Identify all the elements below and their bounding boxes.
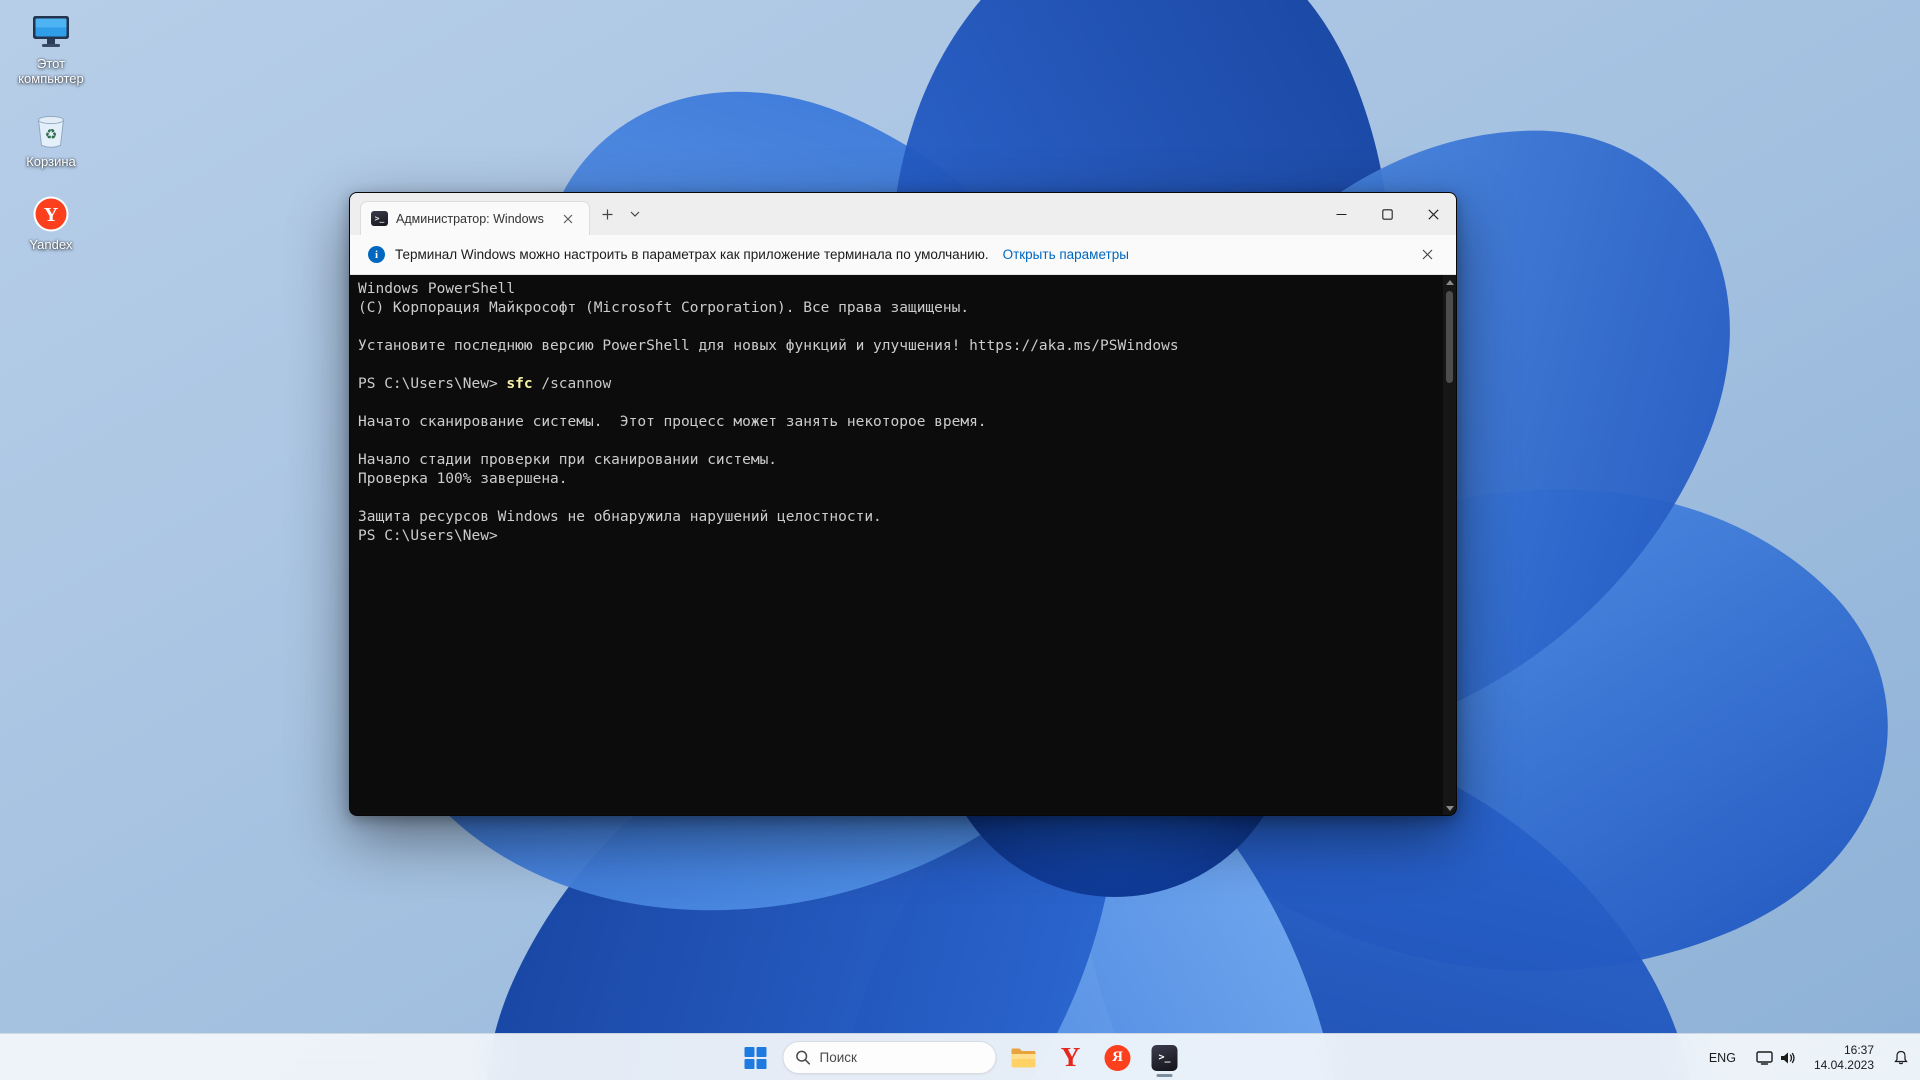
tab-title: Администратор: Windows Pc (396, 212, 547, 226)
yandex-icon: Y (32, 191, 70, 233)
desktop-icon-yandex[interactable]: Y Yandex (8, 191, 94, 252)
desktop-icons: Этот компьютер ♻ Корзина Y Yandex (8, 10, 94, 252)
terminal-line: Начато сканирование системы. Этот процес… (358, 413, 1440, 432)
svg-text:Y: Y (44, 204, 59, 226)
desktop-icon-recycle-bin[interactable]: ♻ Корзина (8, 108, 94, 169)
default-terminal-banner: i Терминал Windows можно настроить в пар… (350, 235, 1456, 275)
scroll-up-icon[interactable] (1443, 275, 1456, 289)
open-settings-link[interactable]: Открыть параметры (1003, 247, 1129, 262)
search-icon (796, 1050, 811, 1065)
tray-time: 16:37 (1814, 1043, 1874, 1058)
tab-dropdown-chevron-icon[interactable] (622, 201, 648, 227)
yandex-browser-icon: Y (1061, 1044, 1081, 1071)
terminal-tab[interactable]: >_ Администратор: Windows Pc (360, 201, 590, 235)
desktop-icon-this-pc[interactable]: Этот компьютер (8, 10, 94, 86)
new-tab-button[interactable] (594, 201, 620, 227)
terminal-window: >_ Администратор: Windows Pc (349, 192, 1457, 816)
tray-date: 14.04.2023 (1814, 1058, 1874, 1073)
desktop-icon-label: Этот компьютер (9, 56, 93, 86)
volume-icon (1780, 1051, 1796, 1065)
desktop-icon-label: Yandex (29, 237, 72, 252)
maximize-button[interactable] (1364, 193, 1410, 235)
terminal-line (358, 318, 1440, 337)
search-placeholder: Поиск (820, 1050, 857, 1065)
terminal-line: PS C:\Users\New> sfc /scannow (358, 375, 1440, 394)
desktop-icon-label: Корзина (26, 154, 76, 169)
this-pc-icon (30, 10, 72, 52)
tab-close-icon[interactable] (555, 206, 581, 232)
taskbar-item-yandex-browser[interactable]: Y (1051, 1038, 1091, 1078)
terminal-line: Начало стадии проверки при сканировании … (358, 451, 1440, 470)
terminal-line: PS C:\Users\New> (358, 527, 1440, 546)
terminal-line: Проверка 100% завершена. (358, 470, 1440, 489)
minimize-button[interactable] (1318, 193, 1364, 235)
taskbar-item-terminal[interactable]: >_ (1145, 1038, 1185, 1078)
clock[interactable]: 16:37 14.04.2023 (1810, 1041, 1878, 1075)
recycle-bin-icon: ♻ (33, 108, 69, 150)
terminal-app-icon: >_ (371, 211, 388, 226)
terminal-scrollbar[interactable] (1443, 275, 1456, 815)
taskbar-item-yandex[interactable]: Я (1098, 1038, 1138, 1078)
scrollbar-thumb[interactable] (1446, 291, 1453, 383)
terminal-line (358, 356, 1440, 375)
running-indicator (1157, 1074, 1173, 1077)
system-tray-icons[interactable] (1752, 1047, 1800, 1069)
terminal-line: Установите последнюю версию PowerShell д… (358, 337, 1440, 356)
yandex-app-icon: Я (1105, 1045, 1131, 1071)
terminal-line (358, 394, 1440, 413)
banner-text: Терминал Windows можно настроить в парам… (395, 247, 989, 262)
taskbar-search[interactable]: Поиск (783, 1041, 997, 1074)
terminal-taskbar-icon: >_ (1152, 1045, 1178, 1071)
banner-close-icon[interactable] (1414, 242, 1440, 268)
display-icon (1756, 1051, 1773, 1065)
file-explorer-icon (1011, 1047, 1037, 1069)
notification-bell-icon[interactable] (1888, 1038, 1914, 1078)
terminal-viewport[interactable]: Windows PowerShell(C) Корпорация Майкрос… (350, 275, 1456, 815)
taskbar-item-file-explorer[interactable] (1004, 1038, 1044, 1078)
terminal-output: Windows PowerShell(C) Корпорация Майкрос… (358, 280, 1440, 815)
windows-logo-icon (745, 1047, 767, 1069)
taskbar: Поиск Y Я >_ ENG (0, 1033, 1920, 1080)
language-indicator[interactable]: ENG (1703, 1047, 1742, 1069)
info-icon: i (368, 246, 385, 263)
terminal-line: Windows PowerShell (358, 280, 1440, 299)
terminal-line: (C) Корпорация Майкрософт (Microsoft Cor… (358, 299, 1440, 318)
window-titlebar[interactable]: >_ Администратор: Windows Pc (350, 193, 1456, 235)
start-button[interactable] (736, 1038, 776, 1078)
terminal-line: Защита ресурсов Windows не обнаружила на… (358, 508, 1440, 527)
terminal-line (358, 489, 1440, 508)
terminal-line (358, 432, 1440, 451)
desktop: Этот компьютер ♻ Корзина Y Yandex (0, 0, 1920, 1080)
scroll-down-icon[interactable] (1443, 801, 1456, 815)
svg-text:♻: ♻ (45, 126, 58, 142)
close-button[interactable] (1410, 193, 1456, 235)
